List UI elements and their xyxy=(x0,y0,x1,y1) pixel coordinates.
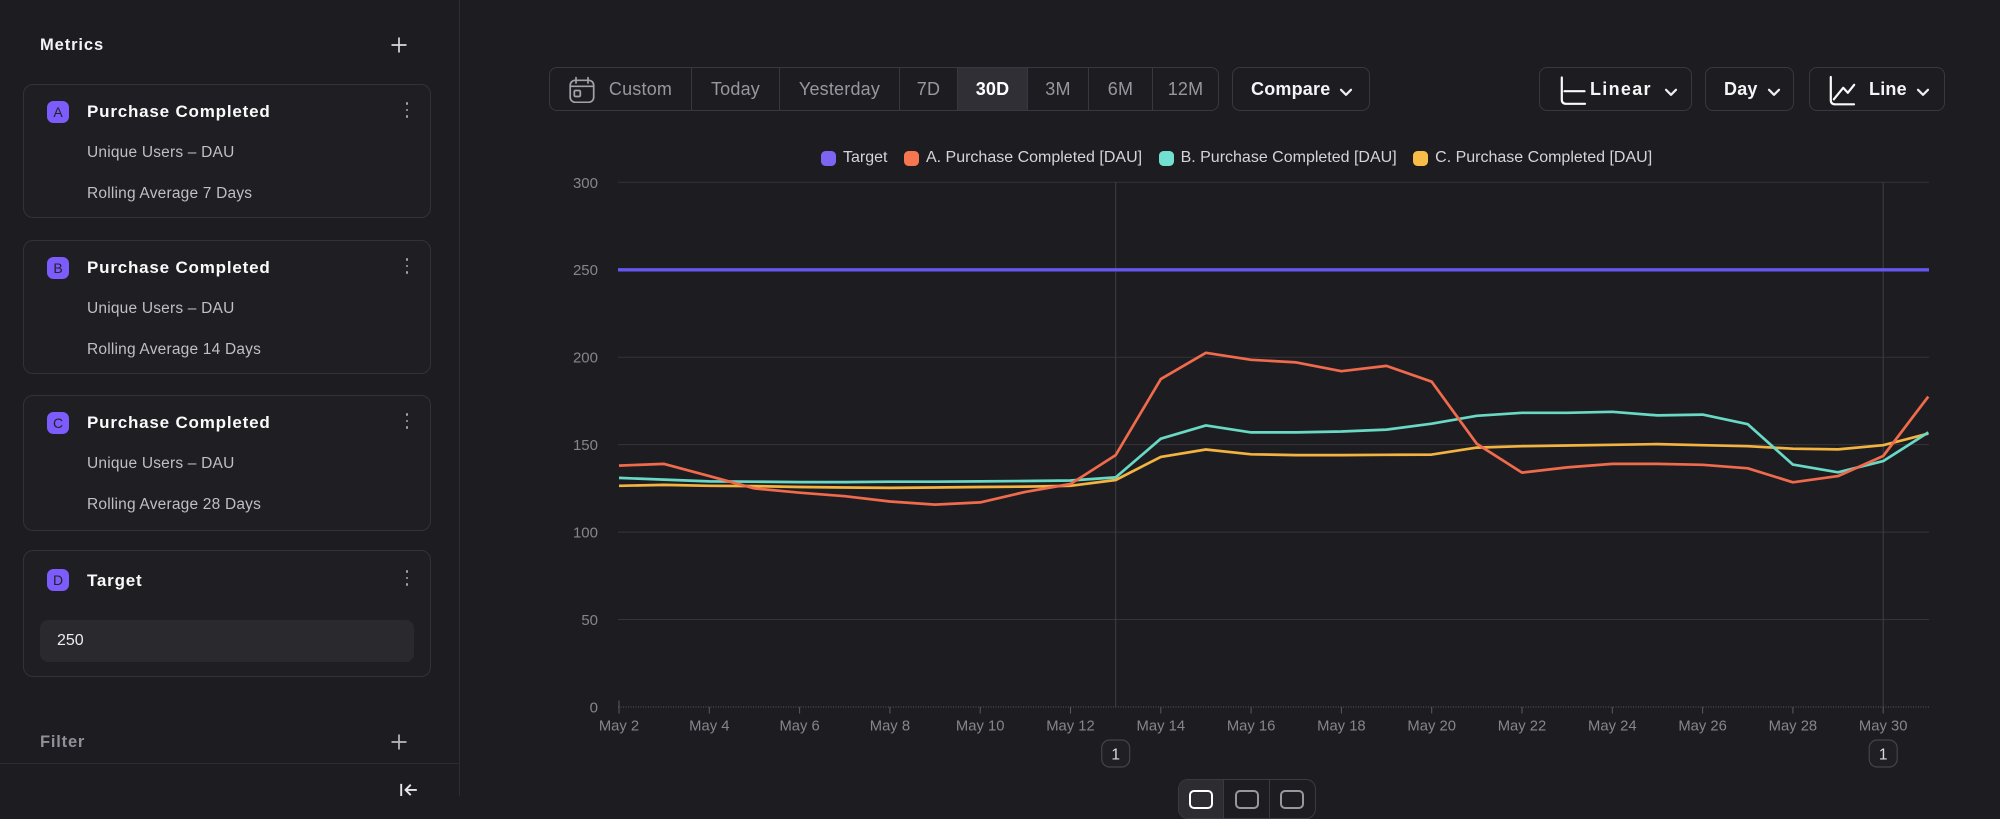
svg-text:May 24: May 24 xyxy=(1588,719,1637,735)
svg-text:May 4: May 4 xyxy=(689,719,729,735)
svg-text:May 12: May 12 xyxy=(1046,719,1095,735)
svg-text:May 2: May 2 xyxy=(599,719,639,735)
svg-text:May 26: May 26 xyxy=(1678,719,1727,735)
svg-text:1: 1 xyxy=(1879,747,1888,764)
svg-text:May 16: May 16 xyxy=(1227,719,1276,735)
svg-text:0: 0 xyxy=(590,700,598,717)
svg-text:May 28: May 28 xyxy=(1769,719,1818,735)
svg-text:300: 300 xyxy=(573,175,598,192)
svg-text:May 20: May 20 xyxy=(1407,719,1456,735)
svg-text:May 10: May 10 xyxy=(956,719,1005,735)
svg-text:May 18: May 18 xyxy=(1317,719,1366,735)
svg-text:150: 150 xyxy=(573,437,598,454)
svg-text:100: 100 xyxy=(573,525,598,542)
svg-text:May 8: May 8 xyxy=(870,719,910,735)
svg-text:200: 200 xyxy=(573,350,598,367)
svg-text:50: 50 xyxy=(581,612,598,629)
svg-text:May 6: May 6 xyxy=(779,719,819,735)
svg-text:May 14: May 14 xyxy=(1137,719,1186,735)
svg-text:250: 250 xyxy=(573,262,598,279)
svg-text:May 30: May 30 xyxy=(1859,719,1908,735)
svg-text:May 22: May 22 xyxy=(1498,719,1547,735)
svg-text:1: 1 xyxy=(1111,747,1120,764)
